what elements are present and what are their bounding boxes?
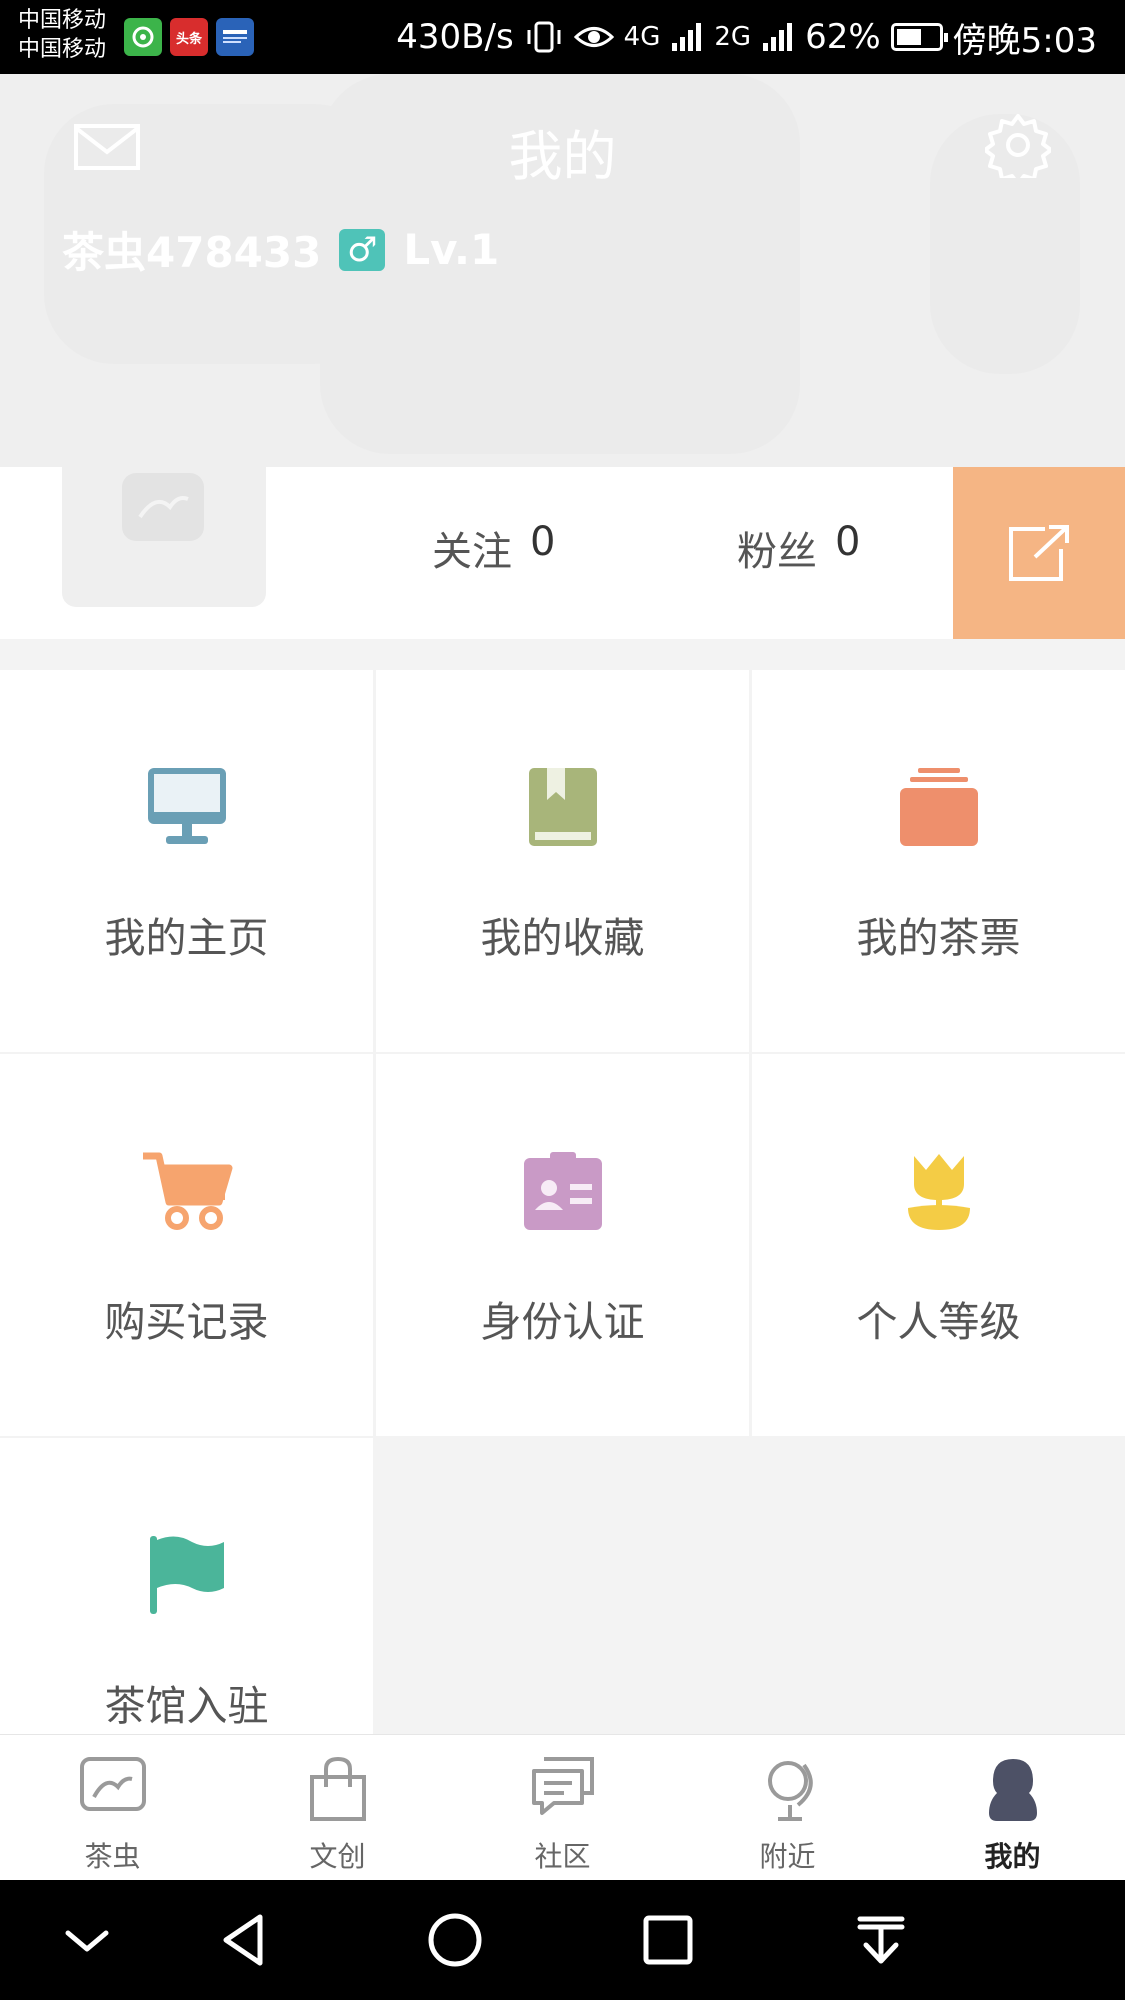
- menu-label: 我的茶票: [856, 914, 1021, 962]
- carrier-1: 中国移动: [18, 8, 107, 33]
- carrier-info: 中国移动 中国移动: [18, 6, 106, 64]
- shopping-bag-icon: [309, 1757, 366, 1821]
- toutiao-icon: 头条: [170, 18, 208, 56]
- battery-percent: 62%: [805, 17, 881, 57]
- tab-label: 附近: [759, 1840, 816, 1873]
- back-icon[interactable]: [210, 1905, 280, 1975]
- menu-item-home[interactable]: 我的主页: [0, 670, 373, 1052]
- status-right: 430B/s 4G 2G 62% 傍晚5:03: [396, 12, 1097, 62]
- username: 茶虫478433: [62, 228, 322, 277]
- chat-icon: [531, 1757, 594, 1815]
- menu-label: 我的主页: [104, 914, 269, 962]
- tab-label: 我的: [984, 1840, 1041, 1873]
- avatar-placeholder-icon: [122, 473, 204, 541]
- tab-nearby[interactable]: 附近: [675, 1735, 900, 1881]
- notification-icons: 头条: [124, 18, 254, 56]
- following-count: 0: [530, 519, 556, 565]
- user-level: Lv.1: [403, 225, 500, 274]
- tea-icon: [79, 1757, 146, 1811]
- tab-creative[interactable]: 文创: [225, 1735, 450, 1881]
- page-title: 我的: [508, 125, 617, 188]
- user-info-row: 茶虫478433 ♂ Lv.1: [62, 219, 499, 280]
- flag-icon: [149, 1536, 224, 1614]
- news-icon: [216, 18, 254, 56]
- menu-label: 我的收藏: [480, 914, 645, 962]
- menu-label: 购买记录: [104, 1298, 269, 1346]
- share-external-icon: [1009, 525, 1069, 581]
- battery-icon: [890, 23, 948, 51]
- menu-item-favorites[interactable]: 我的收藏: [376, 670, 749, 1052]
- bookmark-book-icon: [528, 768, 597, 846]
- fans-stat[interactable]: 粉丝 0: [737, 519, 860, 577]
- following-stat[interactable]: 关注 0: [432, 519, 555, 577]
- avatar[interactable]: [62, 405, 266, 607]
- menu-item-tea-tickets[interactable]: 我的茶票: [752, 670, 1125, 1052]
- menu-item-identity-verification[interactable]: 身份认证: [376, 1054, 749, 1436]
- following-label: 关注: [432, 529, 512, 575]
- fans-count: 0: [835, 519, 861, 565]
- id-card-icon: [523, 1152, 602, 1230]
- notification-pulldown-icon[interactable]: [846, 1905, 916, 1975]
- home-icon[interactable]: [420, 1905, 490, 1975]
- menu-item-purchase-history[interactable]: 购买记录: [0, 1054, 373, 1436]
- wechat-icon: [124, 18, 162, 56]
- monitor-icon: [147, 768, 226, 844]
- tab-label: 茶虫: [84, 1840, 141, 1873]
- network-speed: 430B/s: [396, 17, 514, 57]
- clock: 傍晚5:03: [952, 20, 1097, 61]
- tulip-icon: [907, 1154, 970, 1230]
- tab-community[interactable]: 社区: [450, 1735, 675, 1881]
- male-gender-icon: ♂: [339, 228, 386, 271]
- recents-icon[interactable]: [633, 1905, 703, 1975]
- ticket-stack-icon: [899, 768, 978, 846]
- carrier-2: 中国移动: [18, 37, 107, 62]
- signal-2g-icon: [763, 23, 793, 51]
- bottom-tab-bar: 茶虫 文创 社区 附近 我的: [0, 1734, 1125, 1880]
- fans-label: 粉丝: [737, 529, 817, 575]
- eye-icon: [573, 27, 614, 47]
- collapse-chevron-icon[interactable]: [52, 1905, 122, 1975]
- menu-label: 个人等级: [856, 1298, 1021, 1346]
- cart-icon: [142, 1152, 232, 1230]
- system-navigation-bar: [0, 1880, 1125, 2000]
- toutiao-label: 头条: [175, 31, 202, 47]
- tab-tea[interactable]: 茶虫: [0, 1735, 225, 1881]
- menu-item-teahouse-registration[interactable]: 茶馆入驻: [0, 1438, 373, 1738]
- tab-label: 文创: [309, 1840, 366, 1873]
- share-button[interactable]: [953, 467, 1125, 639]
- signal-4g-label: 4G: [623, 22, 661, 52]
- menu-label: 茶馆入驻: [104, 1682, 269, 1730]
- globe-icon: [767, 1761, 813, 1821]
- person-icon: [988, 1759, 1037, 1821]
- signal-2g-label: 2G: [714, 22, 752, 52]
- tab-label: 社区: [534, 1840, 591, 1873]
- status-bar: 中国移动 中国移动 头条 430B/s 4G 2G 62% 傍晚5:03: [0, 0, 1125, 74]
- tab-mine[interactable]: 我的: [900, 1735, 1125, 1881]
- menu-label: 身份认证: [480, 1298, 645, 1346]
- vibrate-icon: [527, 21, 561, 53]
- signal-4g-icon: [672, 23, 702, 51]
- gear-icon[interactable]: [985, 112, 1051, 178]
- menu-item-personal-level[interactable]: 个人等级: [752, 1054, 1125, 1436]
